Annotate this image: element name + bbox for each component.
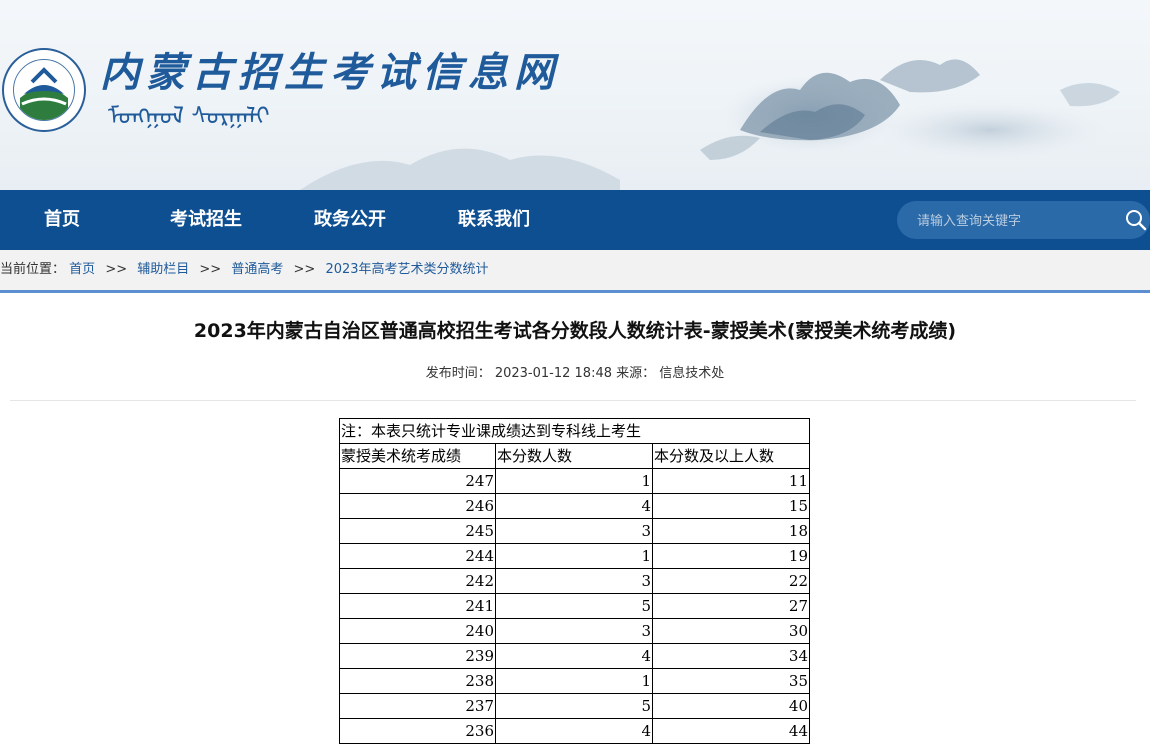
search-box [897, 201, 1150, 241]
count-cell: 3 [495, 518, 653, 544]
score-cell: 239 [339, 643, 496, 669]
table-note-row: 注：本表只统计专业课成绩达到专科线上考生 [339, 418, 810, 444]
source-label: 来源： [616, 366, 656, 381]
breadcrumb-link-current[interactable]: 2023年高考艺术类分数统计 [325, 262, 488, 277]
publish-label: 发布时间： [425, 366, 491, 381]
table-note: 注：本表只统计专业课成绩达到专科线上考生 [339, 418, 810, 444]
cumulative-cell: 19 [652, 543, 810, 569]
cumulative-cell: 22 [652, 568, 810, 594]
nav-item-contact[interactable]: 联系我们 [458, 190, 530, 250]
table-row: 236 4 44 [339, 718, 810, 744]
score-cell: 246 [339, 493, 496, 519]
cumulative-cell: 11 [652, 468, 810, 494]
header-banner: 内蒙古招生考试信息网 ᠮᠣᠩᠭᠣᠯ ᠰᠤᠷᠭᠠᠯᠢ [0, 0, 1150, 190]
search-input[interactable] [915, 201, 1119, 241]
table-row: 239 4 34 [339, 643, 810, 669]
table-row: 238 1 35 [339, 668, 810, 694]
breadcrumb-link-auxiliary[interactable]: 辅助栏目 [137, 262, 189, 277]
score-table: 注：本表只统计专业课成绩达到专科线上考生 蒙授美术统考成绩 本分数人数 本分数及… [339, 418, 810, 744]
table-row: 237 5 40 [339, 693, 810, 719]
cumulative-cell: 18 [652, 518, 810, 544]
cumulative-cell: 27 [652, 593, 810, 619]
mountain-illustration [700, 59, 1120, 160]
column-header-score: 蒙授美术统考成绩 [339, 443, 496, 469]
main-nav: 首页 考试招生 政务公开 联系我们 [0, 190, 1150, 250]
score-cell: 237 [339, 693, 496, 719]
table-row: 241 5 27 [339, 593, 810, 619]
mountain-left-illustration [300, 148, 620, 190]
nav-item-exams[interactable]: 考试招生 [170, 190, 242, 250]
breadcrumb-separator: >> [105, 262, 128, 277]
breadcrumb-link-gaokao[interactable]: 普通高考 [231, 262, 283, 277]
breadcrumb: 当前位置： 首页 >> 辅助栏目 >> 普通高考 >> 2023年高考艺术类分数… [0, 250, 1150, 293]
search-icon[interactable] [1124, 208, 1148, 232]
cumulative-cell: 15 [652, 493, 810, 519]
table-row: 245 3 18 [339, 518, 810, 544]
count-cell: 3 [495, 618, 653, 644]
cumulative-cell: 34 [652, 643, 810, 669]
count-cell: 4 [495, 718, 653, 744]
table-row: 240 3 30 [339, 618, 810, 644]
score-cell: 244 [339, 543, 496, 569]
table-row: 244 1 19 [339, 543, 810, 569]
article-meta: 发布时间： 2023-01-12 18:48 来源： 信息技术处 [0, 362, 1150, 381]
table-header-row: 蒙授美术统考成绩 本分数人数 本分数及以上人数 [339, 443, 810, 469]
site-logo[interactable] [2, 48, 86, 132]
site-subtitle-mongolian: ᠮᠣᠩᠭᠣᠯ ᠰᠤᠷᠭᠠᠯᠢ [108, 102, 270, 130]
score-cell: 242 [339, 568, 496, 594]
cumulative-cell: 40 [652, 693, 810, 719]
score-cell: 247 [339, 468, 496, 494]
divider [10, 400, 1136, 401]
count-cell: 4 [495, 643, 653, 669]
count-cell: 5 [495, 693, 653, 719]
table-row: 246 4 15 [339, 493, 810, 519]
cumulative-cell: 35 [652, 668, 810, 694]
count-cell: 1 [495, 668, 653, 694]
score-cell: 240 [339, 618, 496, 644]
count-cell: 1 [495, 468, 653, 494]
article-title: 2023年内蒙古自治区普通高校招生考试各分数段人数统计表-蒙授美术(蒙授美术统考… [193, 320, 957, 342]
score-cell: 241 [339, 593, 496, 619]
breadcrumb-link-home[interactable]: 首页 [69, 262, 95, 277]
column-header-cumulative: 本分数及以上人数 [652, 443, 810, 469]
table-row: 242 3 22 [339, 568, 810, 594]
score-cell: 238 [339, 668, 496, 694]
breadcrumb-prefix: 当前位置： [0, 262, 66, 277]
nav-item-government[interactable]: 政务公开 [314, 190, 386, 250]
nav-item-home[interactable]: 首页 [44, 190, 80, 250]
publish-time: 2023-01-12 18:48 [494, 366, 612, 381]
logo-emblem-icon [20, 67, 68, 120]
column-header-count: 本分数人数 [495, 443, 653, 469]
source-value: 信息技术处 [659, 366, 725, 381]
cumulative-cell: 30 [652, 618, 810, 644]
breadcrumb-separator: >> [293, 262, 316, 277]
count-cell: 4 [495, 493, 653, 519]
score-cell: 245 [339, 518, 496, 544]
count-cell: 1 [495, 543, 653, 569]
count-cell: 3 [495, 568, 653, 594]
score-cell: 236 [339, 718, 496, 744]
count-cell: 5 [495, 593, 653, 619]
breadcrumb-separator: >> [199, 262, 222, 277]
cumulative-cell: 44 [652, 718, 810, 744]
table-row: 247 1 11 [339, 468, 810, 494]
